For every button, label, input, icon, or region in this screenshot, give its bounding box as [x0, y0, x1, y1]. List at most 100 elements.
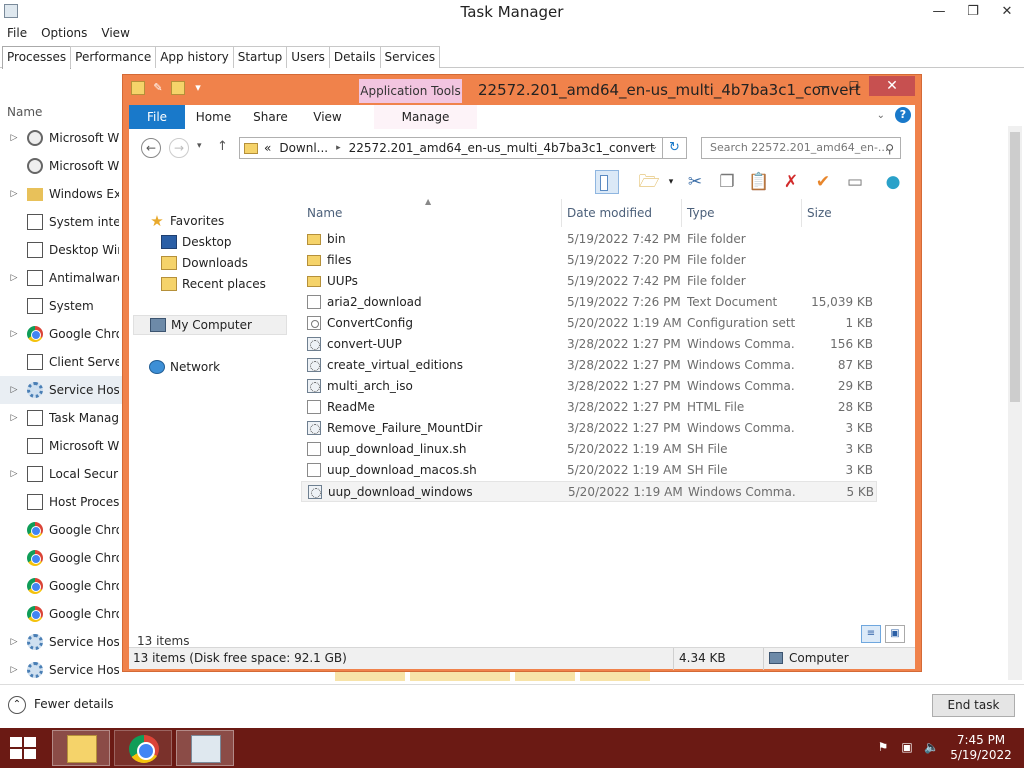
sidebar-item-downloads[interactable]: Downloads [161, 253, 248, 273]
breadcrumb-downloads[interactable]: Downl... [279, 141, 328, 155]
process-row[interactable]: System [0, 292, 122, 320]
cut-icon[interactable]: ✂ [683, 170, 707, 194]
expand-arrow-icon[interactable]: ▷ [7, 469, 21, 479]
details-view-icon[interactable]: ≡ [861, 625, 881, 643]
process-row[interactable]: System interr [0, 208, 122, 236]
taskbar-chrome[interactable] [114, 730, 172, 766]
menu-view[interactable]: View [101, 24, 129, 44]
menu-options[interactable]: Options [41, 24, 87, 44]
close-icon[interactable]: ✕ [990, 0, 1024, 22]
new-folder-icon[interactable] [171, 81, 185, 95]
refresh-icon[interactable]: ↻ [663, 137, 687, 159]
help-icon[interactable]: ? [895, 107, 911, 123]
expand-arrow-icon[interactable]: ▷ [7, 189, 21, 199]
process-row[interactable]: ▷ Google Chron [0, 320, 122, 348]
close-icon[interactable]: ✕ [869, 76, 915, 96]
process-row[interactable]: ▷ Microsoft Wir [0, 124, 122, 152]
tab-file[interactable]: File [129, 105, 185, 129]
properties-icon[interactable]: ✎ [151, 81, 165, 95]
process-row[interactable]: Google Chron [0, 544, 122, 572]
minimize-icon[interactable]: — [809, 76, 839, 96]
tab-users[interactable]: Users [286, 46, 330, 68]
process-row[interactable]: Google Chron [0, 572, 122, 600]
column-header-type[interactable]: Type [687, 206, 715, 220]
expand-arrow-icon[interactable]: ▷ [7, 133, 21, 143]
sidebar-item-desktop[interactable]: Desktop [161, 232, 232, 252]
rename-icon[interactable]: ▭ [843, 170, 867, 194]
globe-icon[interactable]: ● [881, 170, 905, 194]
column-header-name[interactable]: Name [307, 206, 342, 220]
file-row[interactable]: uup_download_windows 5/20/2022 1:19 AM Win… [301, 481, 877, 502]
process-row[interactable]: ▷ Task Manage [0, 404, 122, 432]
up-arrow-icon[interactable]: ↑ [217, 139, 228, 154]
search-input[interactable]: Search 22572.201_amd64_en-... ⚲ [701, 137, 901, 159]
expand-arrow-icon[interactable]: ▷ [7, 637, 21, 647]
expand-arrow-icon[interactable]: ▷ [7, 329, 21, 339]
delete-icon[interactable]: ✗ [779, 170, 803, 194]
paste-icon[interactable]: 📋 [747, 170, 771, 194]
sidebar-item-my-computer[interactable]: My Computer [133, 315, 287, 335]
process-row[interactable]: Microsoft Wir [0, 152, 122, 180]
process-row[interactable]: ▷ Local Security [0, 460, 122, 488]
expand-arrow-icon[interactable]: ▷ [7, 413, 21, 423]
process-row[interactable]: ▷ Service Host: [0, 656, 122, 684]
tab-startup[interactable]: Startup [232, 46, 288, 68]
back-arrow-icon[interactable]: ← [141, 138, 161, 158]
tab-share[interactable]: Share [242, 105, 299, 129]
column-divider[interactable] [561, 199, 562, 227]
tab-view[interactable]: View [299, 105, 356, 129]
process-row[interactable]: Client Server [0, 348, 122, 376]
file-row[interactable]: uup_download_linux.sh 5/20/2022 1:19 AM SH… [301, 439, 877, 460]
end-task-button[interactable]: End task [932, 694, 1015, 717]
minimize-icon[interactable]: — [922, 0, 956, 22]
file-row[interactable]: uup_download_macos.sh 5/20/2022 1:19 AM SH… [301, 460, 877, 481]
network-icon[interactable]: ▣ [900, 740, 914, 754]
process-row[interactable]: ▷ Windows Exp [0, 180, 122, 208]
chevron-down-icon[interactable]: ▾ [191, 81, 205, 95]
file-row[interactable]: UUPs 5/19/2022 7:42 PM File folder [301, 271, 877, 292]
preview-pane-icon[interactable] [595, 170, 619, 194]
file-row[interactable]: ConvertConfig 5/20/2022 1:19 AM Configurat… [301, 313, 877, 334]
tab-services[interactable]: Services [379, 46, 441, 68]
tab-home[interactable]: Home [185, 105, 242, 129]
large-icons-view-icon[interactable]: ▣ [885, 625, 905, 643]
search-icon[interactable]: ⚲ [885, 139, 894, 158]
process-row[interactable]: Host Process [0, 488, 122, 516]
folder-options-icon[interactable]: 🗁 [637, 170, 661, 194]
action-center-flag-icon[interactable]: ⚑ [876, 740, 890, 754]
file-row[interactable]: aria2_download 5/19/2022 7:26 PM Text Docu… [301, 292, 877, 313]
process-row[interactable]: ▷ Service Host: [0, 376, 122, 404]
process-row[interactable]: Desktop Wind [0, 236, 122, 264]
application-tools-tab[interactable]: Application Tools [359, 79, 462, 103]
copy-icon[interactable]: ❐ [715, 170, 739, 194]
maximize-icon[interactable]: ☐ [839, 76, 869, 96]
taskbar-task-manager[interactable] [176, 730, 234, 766]
chevron-down-icon[interactable]: ⌄ [650, 142, 658, 152]
start-button[interactable] [10, 737, 38, 759]
fewer-details-link[interactable]: Fewer details [34, 697, 114, 711]
recent-locations-icon[interactable]: ▾ [197, 141, 202, 151]
taskbar-file-explorer[interactable] [52, 730, 110, 766]
taskbar-clock[interactable]: 7:45 PM 5/19/2022 [942, 733, 1020, 763]
breadcrumb-separator-icon[interactable]: ▸ [336, 143, 341, 153]
expand-arrow-icon[interactable]: ▷ [7, 665, 21, 675]
sidebar-item-recent-places[interactable]: Recent places [161, 274, 266, 294]
file-row[interactable]: convert-UUP 3/28/2022 1:27 PM Windows Comm… [301, 334, 877, 355]
process-row[interactable]: ▷ Antimalware [0, 264, 122, 292]
process-row[interactable]: Google Chron [0, 600, 122, 628]
process-row[interactable]: Microsoft Wir [0, 432, 122, 460]
volume-muted-icon[interactable]: 🔈 [924, 740, 939, 754]
tab-details[interactable]: Details [328, 46, 381, 68]
folder-icon[interactable] [131, 81, 145, 95]
sidebar-item-favorites[interactable]: ★ Favorites [149, 211, 224, 231]
tab-manage[interactable]: Manage [374, 105, 477, 129]
expand-ribbon-icon[interactable]: ⌄ [877, 110, 885, 121]
file-row[interactable]: multi_arch_iso 3/28/2022 1:27 PM Windows C… [301, 376, 877, 397]
chevron-up-icon[interactable]: ⌃ [8, 696, 26, 714]
column-header-name[interactable]: Name [7, 105, 42, 119]
file-row[interactable]: Remove_Failure_MountDir 3/28/2022 1:27 PM… [301, 418, 877, 439]
file-row[interactable]: ReadMe 3/28/2022 1:27 PM HTML File 28 KB [301, 397, 877, 418]
process-row[interactable]: Google Chron [0, 516, 122, 544]
tab-app-history[interactable]: App history [155, 46, 234, 68]
chevron-down-icon[interactable]: ▾ [659, 170, 683, 194]
